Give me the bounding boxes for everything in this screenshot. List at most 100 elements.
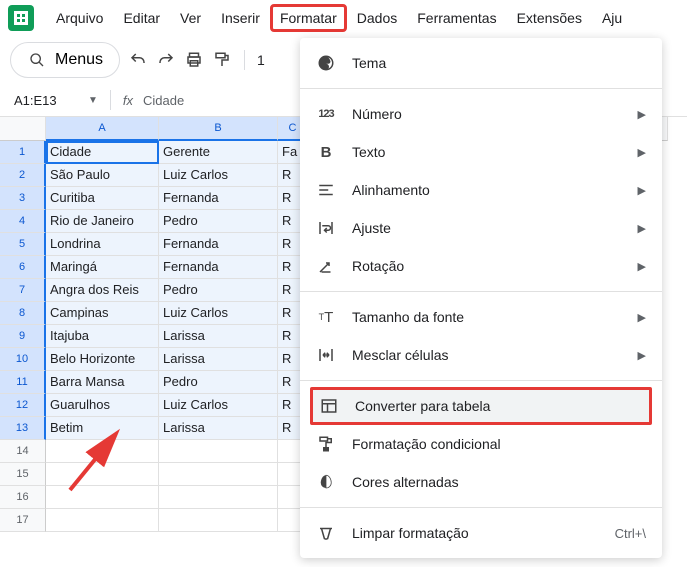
cell[interactable] <box>159 463 278 486</box>
cell[interactable]: Maringá <box>46 256 159 279</box>
cell[interactable] <box>159 440 278 463</box>
row-header[interactable]: 17 <box>0 509 46 532</box>
menu-item-label: Formatação condicional <box>352 436 646 452</box>
cell[interactable]: Fernanda <box>159 187 278 210</box>
theme-icon <box>316 53 336 73</box>
menu-item-merge[interactable]: Mesclar células▶ <box>300 336 662 374</box>
cell[interactable]: São Paulo <box>46 164 159 187</box>
cell[interactable]: Rio de Janeiro <box>46 210 159 233</box>
menu-ferramentas[interactable]: Ferramentas <box>407 4 506 32</box>
row-header[interactable]: 13 <box>0 417 46 440</box>
cell[interactable] <box>46 486 159 509</box>
menu-editar[interactable]: Editar <box>113 4 170 32</box>
submenu-arrow-icon: ▶ <box>638 108 646 121</box>
row-header[interactable]: 7 <box>0 279 46 302</box>
cell[interactable]: Guarulhos <box>46 394 159 417</box>
cell[interactable] <box>46 509 159 532</box>
cell[interactable] <box>159 509 278 532</box>
menu-formatar[interactable]: Formatar <box>270 4 347 32</box>
cell[interactable]: Larissa <box>159 348 278 371</box>
cell[interactable]: Larissa <box>159 325 278 348</box>
undo-icon[interactable] <box>128 50 148 70</box>
row-header[interactable]: 2 <box>0 164 46 187</box>
menu-item-table[interactable]: Converter para tabela <box>310 387 652 425</box>
menu-item-number[interactable]: 123 Número ▶ <box>300 95 662 133</box>
redo-icon[interactable] <box>156 50 176 70</box>
cell[interactable]: Luiz Carlos <box>159 302 278 325</box>
merge-icon <box>316 345 336 365</box>
menus-search[interactable]: Menus <box>10 42 120 78</box>
row-header[interactable]: 11 <box>0 371 46 394</box>
row-header[interactable]: 16 <box>0 486 46 509</box>
row-header[interactable]: 4 <box>0 210 46 233</box>
fx-label: fx <box>123 93 133 108</box>
row-header[interactable]: 15 <box>0 463 46 486</box>
menu-dados[interactable]: Dados <box>347 4 407 32</box>
zoom-value[interactable]: 1 <box>257 52 265 68</box>
menu-separator <box>300 291 662 292</box>
menu-item-condformat[interactable]: Formatação condicional <box>300 425 662 463</box>
namebox-dropdown-icon[interactable]: ▼ <box>88 95 98 106</box>
cell[interactable]: Fernanda <box>159 233 278 256</box>
row-header[interactable]: 3 <box>0 187 46 210</box>
menu-inserir[interactable]: Inserir <box>211 4 270 32</box>
col-header-A[interactable]: A <box>46 117 159 141</box>
row-header[interactable]: 9 <box>0 325 46 348</box>
cell[interactable]: Angra dos Reis <box>46 279 159 302</box>
sheets-logo[interactable] <box>8 5 34 31</box>
select-all-corner[interactable] <box>0 117 46 141</box>
fontsize-icon: TT <box>316 307 336 327</box>
cell[interactable]: Larissa <box>159 417 278 440</box>
cell[interactable]: Luiz Carlos <box>159 394 278 417</box>
cell[interactable]: Curitiba <box>46 187 159 210</box>
row-header[interactable]: 6 <box>0 256 46 279</box>
cell[interactable]: Campinas <box>46 302 159 325</box>
row-header[interactable]: 5 <box>0 233 46 256</box>
col-header-B[interactable]: B <box>159 117 278 141</box>
cell[interactable]: Londrina <box>46 233 159 256</box>
row-header[interactable]: 8 <box>0 302 46 325</box>
row-header[interactable]: 14 <box>0 440 46 463</box>
menu-item-bold[interactable]: BTexto▶ <box>300 133 662 171</box>
menu-item-label: Número <box>352 106 622 122</box>
menu-arquivo[interactable]: Arquivo <box>46 4 113 32</box>
cell[interactable]: Pedro <box>159 371 278 394</box>
cell[interactable]: Betim <box>46 417 159 440</box>
wrap-icon <box>316 218 336 238</box>
cell[interactable]: Cidade <box>46 141 159 164</box>
menu-item-rotate[interactable]: Rotação▶ <box>300 247 662 285</box>
menu-item-fontsize[interactable]: TTTamanho da fonte▶ <box>300 298 662 336</box>
row-header[interactable]: 1 <box>0 141 46 164</box>
shortcut-label: Ctrl+\ <box>615 526 646 541</box>
cell[interactable]: Pedro <box>159 279 278 302</box>
menu-aju[interactable]: Aju <box>592 4 632 32</box>
menu-item-label: Mesclar células <box>352 347 622 363</box>
cell[interactable]: Itajuba <box>46 325 159 348</box>
menu-item-altcolors[interactable]: Cores alternadas <box>300 463 662 501</box>
menu-ver[interactable]: Ver <box>170 4 211 32</box>
menu-item-wrap[interactable]: Ajuste▶ <box>300 209 662 247</box>
menu-item-theme[interactable]: Tema <box>300 44 662 82</box>
paint-format-icon[interactable] <box>212 50 232 70</box>
cell[interactable]: Barra Mansa <box>46 371 159 394</box>
name-box[interactable]: A1:E13 <box>10 91 80 110</box>
cell[interactable]: Fernanda <box>159 256 278 279</box>
menu-item-label: Limpar formatação <box>352 525 599 541</box>
row-header[interactable]: 10 <box>0 348 46 371</box>
cell[interactable] <box>159 486 278 509</box>
cell[interactable]: Belo Horizonte <box>46 348 159 371</box>
search-icon <box>27 50 47 70</box>
cell[interactable]: Gerente <box>159 141 278 164</box>
print-icon[interactable] <box>184 50 204 70</box>
cell[interactable]: Pedro <box>159 210 278 233</box>
menu-item-align[interactable]: Alinhamento▶ <box>300 171 662 209</box>
cell[interactable] <box>46 463 159 486</box>
menu-extensões[interactable]: Extensões <box>507 4 592 32</box>
submenu-arrow-icon: ▶ <box>638 184 646 197</box>
number-icon: 123 <box>316 104 336 124</box>
menu-item-clear[interactable]: Limpar formatação Ctrl+\ <box>300 514 662 552</box>
cell[interactable] <box>46 440 159 463</box>
clear-icon <box>316 523 336 543</box>
row-header[interactable]: 12 <box>0 394 46 417</box>
cell[interactable]: Luiz Carlos <box>159 164 278 187</box>
